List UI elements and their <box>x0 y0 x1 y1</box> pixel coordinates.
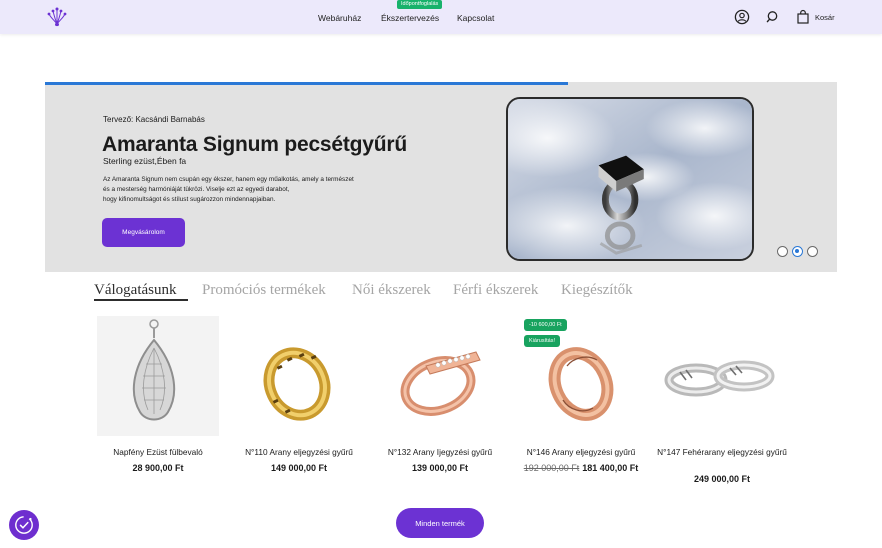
slide-progress-fill <box>45 82 568 85</box>
tab-selection[interactable]: Válogatásunk <box>94 282 176 299</box>
search-icon[interactable] <box>765 9 781 25</box>
current-price: 149 000,00 Ft <box>270 463 328 473</box>
product-price: 139 000,00 Ft <box>370 463 510 473</box>
product-name[interactable]: N°147 Fehérarany eljegyzési gyűrű <box>652 447 792 457</box>
product-card[interactable]: -10 600,00 Ft Kiárusítás! N°146 Arany el… <box>511 312 651 492</box>
ring-pair-white-icon <box>664 360 775 397</box>
product-price: 28 900,00 Ft <box>88 463 228 473</box>
product-name[interactable]: N°110 Arany eljegyzési gyűrű <box>229 447 369 457</box>
current-price: 28 900,00 Ft <box>132 463 184 473</box>
tab-accessories[interactable]: Kiegészítők <box>561 282 633 299</box>
hero-description-line: és a mesterség harmóniáját tükrözi. Vise… <box>103 186 290 193</box>
hero-description-line: Az Amaranta Signum nem csupán egy ékszer… <box>103 176 354 183</box>
active-tab-underline <box>94 299 188 301</box>
tab-promotions[interactable]: Promóciós termékek <box>202 282 326 299</box>
old-price: 192 000,00 Ft <box>523 463 580 473</box>
hero-designer: Tervező: Kacsándi Barnabás <box>103 115 205 124</box>
hero-description-line: hogy kifinomultságot és stílust sugározz… <box>103 196 276 203</box>
product-name[interactable]: Napfény Ezüst fülbevaló <box>88 447 228 457</box>
tab-womens-jewelry[interactable]: Női ékszerek <box>352 282 431 299</box>
product-card[interactable]: Napfény Ezüst fülbevaló 28 900,00 Ft <box>88 312 228 492</box>
nav-webshop[interactable]: Webáruház <box>318 13 361 23</box>
site-header: Időpontfoglalás Webáruház Ékszertervezés… <box>0 0 882 34</box>
earring-silver-icon <box>97 316 219 436</box>
current-price: 249 000,00 Ft <box>693 474 751 484</box>
slider-dots <box>777 246 818 258</box>
slider-dot-3[interactable] <box>807 246 818 257</box>
product-price: 192 000,00 Ft 181 400,00 Ft <box>511 463 651 473</box>
booking-badge[interactable]: Időpontfoglalás <box>397 0 443 9</box>
product-price: 149 000,00 Ft <box>229 463 369 473</box>
product-name[interactable]: N°146 Arany eljegyzési gyűrű <box>511 447 651 457</box>
product-card[interactable]: N°147 Fehérarany eljegyzési gyűrű 249 00… <box>652 312 792 492</box>
hero-subtitle: Sterling ezüst,Ében fa <box>103 156 187 166</box>
slider-dot-2[interactable] <box>792 246 803 257</box>
product-price: 249 000,00 Ft <box>652 474 792 484</box>
hero-title: Amaranta Signum pecsétgyűrű <box>102 133 408 156</box>
discount-badge: -10 600,00 Ft <box>524 319 567 331</box>
buy-now-button[interactable]: Megvásárolom <box>102 218 185 247</box>
cookie-settings-icon <box>15 516 33 534</box>
ring-gold-icon <box>263 347 331 421</box>
hero-slider: Tervező: Kacsándi Barnabás Amaranta Sign… <box>45 82 837 272</box>
current-price: 139 000,00 Ft <box>411 463 469 473</box>
nav-contact[interactable]: Kapcsolat <box>457 13 494 23</box>
cart-label[interactable]: Kosár <box>815 13 835 22</box>
peacock-logo-icon[interactable] <box>46 6 68 28</box>
all-products-button[interactable]: Minden termék <box>396 508 484 538</box>
hero-description: Az Amaranta Signum nem csupán egy ékszer… <box>103 175 433 205</box>
tab-mens-jewelry[interactable]: Férfi ékszerek <box>453 282 538 299</box>
product-card[interactable]: N°110 Arany eljegyzési gyűrű 149 000,00 … <box>229 312 369 492</box>
current-price: 181 400,00 Ft <box>582 463 639 473</box>
product-card[interactable]: N°132 Arany Ijegyzési gyűrű 139 000,00 F… <box>370 312 510 492</box>
signet-ring-photo <box>506 97 754 261</box>
ring-rosegold-engraved-icon <box>548 347 614 421</box>
product-name[interactable]: N°132 Arany Ijegyzési gyűrű <box>370 447 510 457</box>
cookie-settings-button[interactable] <box>9 510 39 540</box>
slider-dot-1[interactable] <box>777 246 788 257</box>
sale-badge: Kiárusítás! <box>524 335 560 347</box>
ring-rosegold-diamonds-icon <box>400 351 481 416</box>
shopping-bag-icon[interactable] <box>795 9 811 25</box>
nav-jewelry-design[interactable]: Ékszertervezés <box>381 13 439 23</box>
account-icon[interactable] <box>734 9 750 25</box>
slide-progress-track <box>45 82 837 85</box>
